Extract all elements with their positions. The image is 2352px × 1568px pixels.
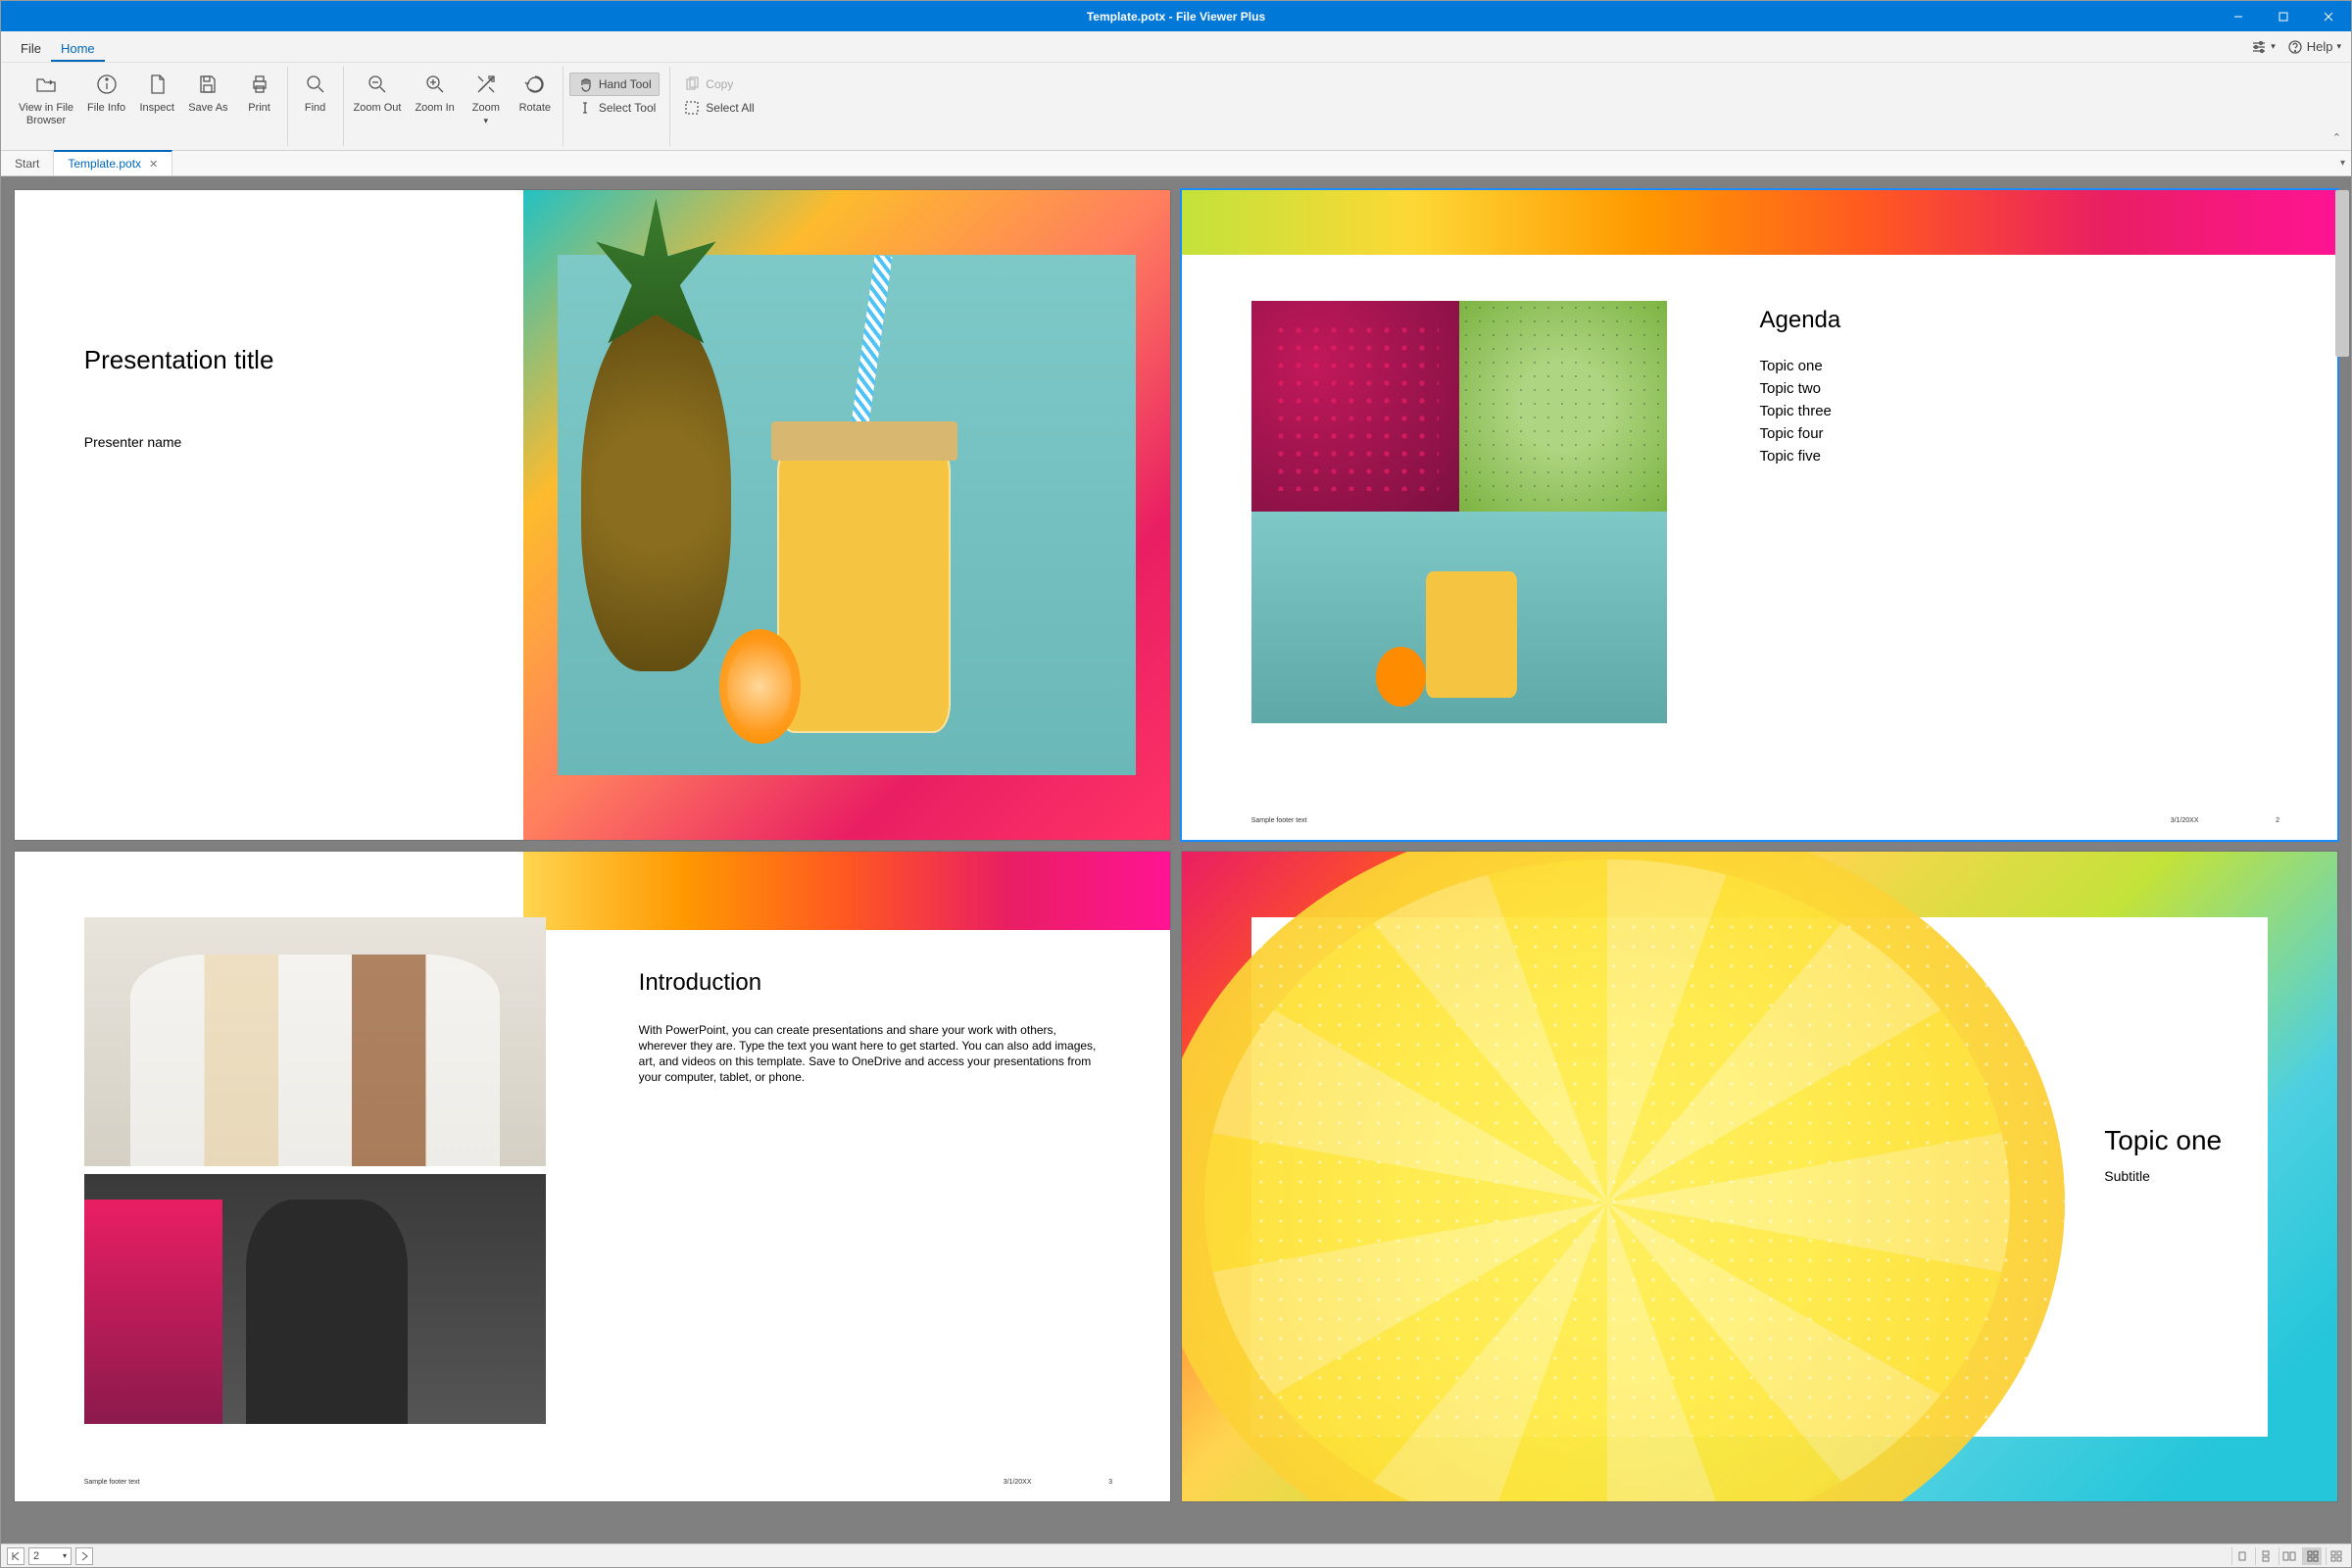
rotate-icon [523, 73, 547, 96]
print-button[interactable]: Print [238, 67, 281, 119]
slide-title: Introduction [639, 969, 1102, 997]
find-button[interactable]: Find [294, 67, 337, 119]
slide-title: Presentation title [84, 346, 500, 375]
chevron-down-icon: ▾ [484, 116, 489, 125]
slide-number: 2 [2276, 817, 2279, 824]
decorative-frame [1182, 190, 2337, 255]
document-search-icon [145, 73, 169, 96]
slide-grid-view[interactable]: Presentation title Presenter name Agenda… [1, 176, 2351, 1544]
chevron-down-icon: ▾ [63, 1551, 67, 1560]
copy-icon [684, 76, 700, 92]
slide-presenter: Presenter name [84, 434, 500, 450]
zoom-button[interactable]: Zoom▾ [465, 67, 508, 130]
slide-title: Topic one [2104, 1125, 2222, 1156]
zoom-fit-icon [474, 73, 498, 96]
zoom-out-button[interactable]: Zoom Out [350, 67, 406, 119]
zoom-out-icon [366, 73, 389, 96]
text-cursor-icon [577, 100, 593, 116]
slide-footer: Sample footer text [1251, 817, 1307, 824]
slide-title: Agenda [1760, 307, 1841, 334]
close-tab-icon[interactable]: ✕ [149, 158, 158, 171]
view-mode-single[interactable] [2231, 1547, 2251, 1565]
menu-home[interactable]: Home [51, 35, 105, 62]
menu-bar: File Home ▾ Help ▾ [1, 31, 2351, 63]
slide-date: 3/1/20XX [1004, 1479, 1032, 1486]
view-in-file-browser-button[interactable]: View in File Browser [15, 67, 77, 130]
slide-thumbnail[interactable]: Introduction With PowerPoint, you can cr… [15, 852, 1170, 1501]
minimize-button[interactable] [2216, 1, 2261, 31]
tab-start[interactable]: Start [1, 151, 54, 175]
copy-button[interactable]: Copy [676, 73, 741, 96]
maximize-button[interactable] [2261, 1, 2306, 31]
slide-subtitle: Subtitle [2104, 1168, 2222, 1184]
file-info-button[interactable]: File Info [83, 67, 129, 119]
agenda-item: Topic five [1760, 448, 1841, 465]
window-title: Template.potx - File Viewer Plus [1087, 10, 1265, 24]
view-mode-grid-large[interactable] [2326, 1547, 2345, 1565]
view-mode-two-page[interactable] [2278, 1547, 2298, 1565]
slide-thumbnail[interactable]: Agenda Topic one Topic two Topic three T… [1182, 190, 2337, 840]
decorative-frame [523, 852, 1170, 930]
select-all-icon [684, 100, 700, 116]
slide-footer: Sample footer text [84, 1479, 140, 1486]
slide-date: 3/1/20XX [2171, 817, 2199, 824]
agenda-item: Topic two [1760, 380, 1841, 397]
app-window: Template.potx - File Viewer Plus File Ho… [0, 0, 2352, 1568]
search-icon [304, 73, 327, 96]
folder-open-icon [34, 73, 58, 96]
select-tool-button[interactable]: Select Tool [569, 96, 663, 120]
rotate-button[interactable]: Rotate [514, 67, 557, 119]
tabs-overflow-button[interactable]: ▾ [2340, 151, 2345, 175]
slide-body-text: With PowerPoint, you can create presenta… [639, 1022, 1102, 1086]
page-number-input[interactable]: 2▾ [28, 1547, 72, 1565]
view-mode-continuous[interactable] [2255, 1547, 2275, 1565]
slide-image [1251, 301, 1667, 723]
zoom-in-button[interactable]: Zoom In [411, 67, 458, 119]
slide-image [558, 255, 1136, 775]
settings-button[interactable]: ▾ [2251, 39, 2276, 55]
next-page-button[interactable] [75, 1547, 93, 1565]
help-button[interactable]: Help ▾ [2287, 39, 2341, 55]
sliders-icon [2251, 39, 2267, 55]
close-button[interactable] [2306, 1, 2351, 31]
slide-thumbnail[interactable]: Topic one Subtitle [1182, 852, 2337, 1501]
tab-document[interactable]: Template.potx ✕ [54, 150, 172, 175]
select-all-button[interactable]: Select All [676, 96, 761, 120]
agenda-item: Topic three [1760, 403, 1841, 419]
hand-icon [577, 76, 593, 92]
view-mode-grid[interactable] [2302, 1547, 2322, 1565]
inspect-button[interactable]: Inspect [135, 67, 178, 119]
help-icon [2287, 39, 2303, 55]
hand-tool-button[interactable]: Hand Tool [569, 73, 660, 96]
chevron-down-icon: ▾ [2336, 41, 2341, 52]
titlebar: Template.potx - File Viewer Plus [1, 1, 2351, 31]
info-icon [95, 73, 119, 96]
ribbon: View in File Browser File Info Inspect S… [1, 63, 2351, 151]
window-controls [2216, 1, 2351, 31]
agenda-item: Topic one [1760, 358, 1841, 374]
vertical-scrollbar[interactable] [2335, 190, 2349, 357]
zoom-in-icon [423, 73, 447, 96]
slide-thumbnail[interactable]: Presentation title Presenter name [15, 190, 1170, 840]
first-page-button[interactable] [7, 1547, 24, 1565]
chevron-down-icon: ▾ [2271, 41, 2276, 52]
agenda-item: Topic four [1760, 425, 1841, 442]
status-bar: 2▾ [1, 1544, 2351, 1567]
save-as-button[interactable]: Save As [184, 67, 231, 119]
print-icon [248, 73, 271, 96]
document-tabs: Start Template.potx ✕ ▾ [1, 151, 2351, 176]
collapse-ribbon-button[interactable]: ⌃ [2332, 131, 2341, 144]
slide-number: 3 [1108, 1479, 1112, 1486]
menu-file[interactable]: File [11, 35, 51, 62]
save-icon [196, 73, 220, 96]
slide-image [84, 917, 547, 1424]
